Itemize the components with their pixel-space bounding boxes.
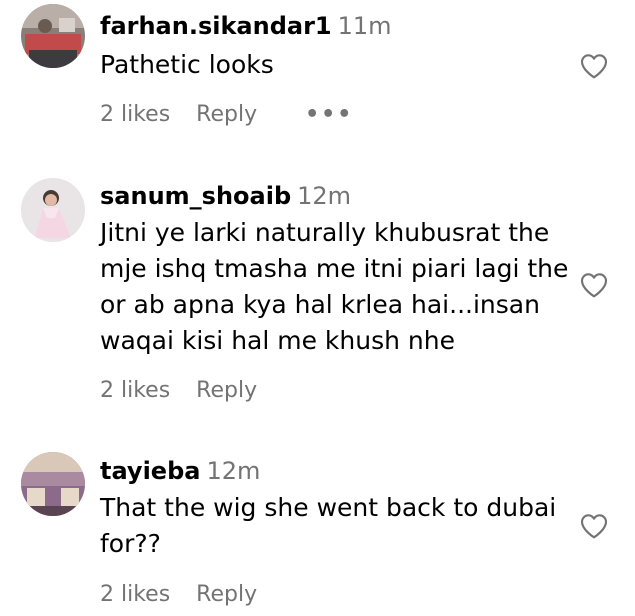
comment-item: tayieba 12m That the wig she went back to… [0, 0, 635, 616]
comment-timestamp: 12m [206, 457, 261, 485]
heart-outline-icon[interactable] [578, 510, 610, 542]
comment-header: tayieba 12m [100, 456, 260, 486]
user-avatar-icon[interactable] [21, 452, 85, 516]
comment-username[interactable]: tayieba [100, 457, 200, 485]
comment-text: That the wig she went back to dubai for?… [100, 493, 557, 558]
reply-button[interactable]: Reply [196, 581, 257, 609]
likes-count-link[interactable]: 2 likes [100, 581, 170, 609]
comment-actions: 2 likes Reply [100, 581, 305, 609]
